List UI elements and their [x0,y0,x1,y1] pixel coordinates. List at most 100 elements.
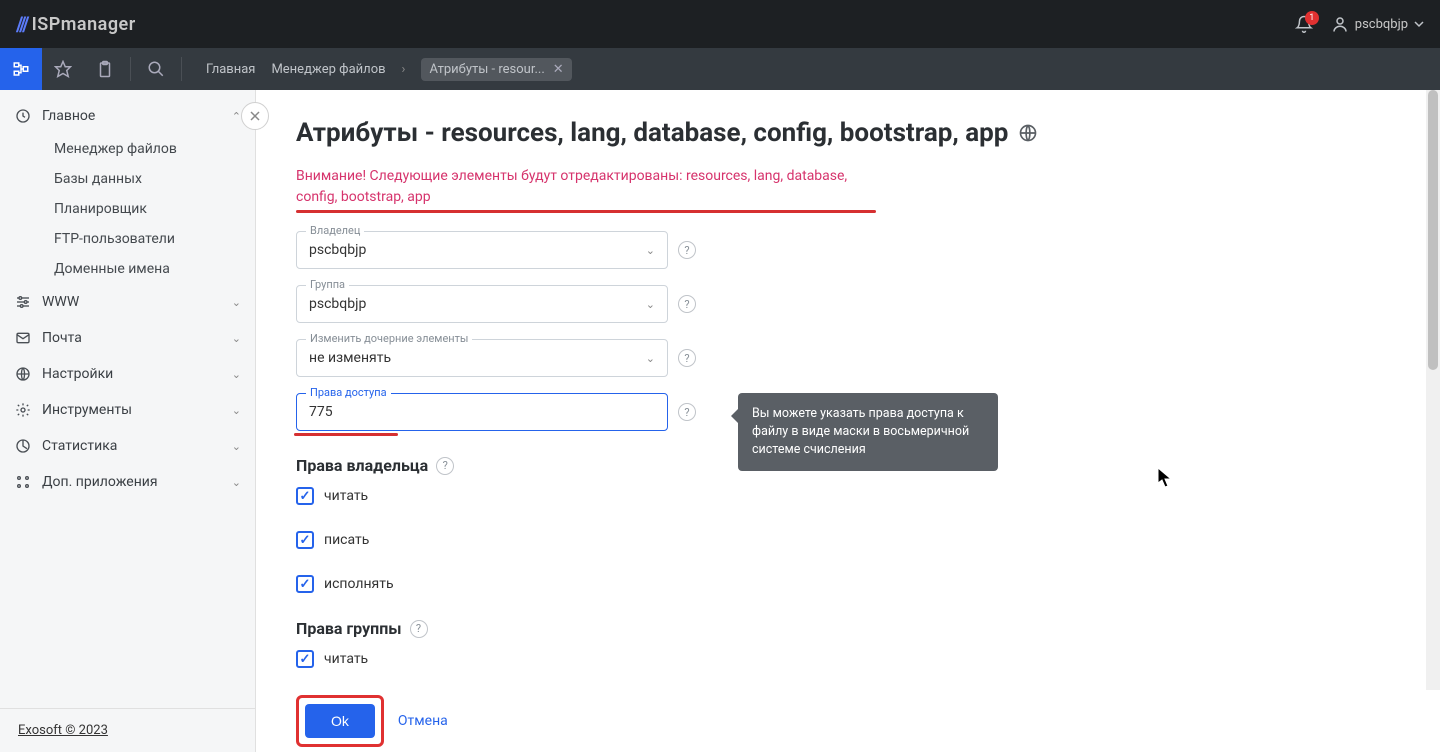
checkbox-label: писать [324,532,369,548]
breadcrumb-home[interactable]: Главная [206,62,255,77]
children-value: не изменять [309,350,391,366]
favorites-button[interactable] [42,48,84,90]
logo[interactable]: /// ISPmanager [16,12,136,36]
gear-icon [14,401,32,419]
chevron-down-icon: ⌄ [232,404,241,417]
sidebar-item-scheduler[interactable]: Планировщик [44,194,255,224]
nav-group-label: Настройки [42,366,113,382]
notification-badge: 1 [1305,11,1319,25]
warning-text: Внимание! Следующие элементы будут отред… [296,166,876,208]
cancel-button[interactable]: Отмена [398,713,448,729]
breadcrumb-current-tab[interactable]: Атрибуты - resour... ✕ [421,58,571,81]
help-icon[interactable]: ? [678,403,696,421]
scrollbar-track[interactable] [1426,90,1440,752]
owner-write-checkbox[interactable]: писать [296,531,1400,549]
logo-text: ISPmanager [32,14,136,35]
star-icon [54,60,72,78]
permissions-label: Права доступа [306,386,391,399]
breadcrumb-filemanager[interactable]: Менеджер файлов [271,62,385,77]
close-icon [249,110,261,122]
nav-group-label: Инструменты [42,402,132,418]
group-select[interactable]: Группа pscbqbjp ⌄ [296,285,668,323]
topbar: /// ISPmanager 1 pscbqbjp [0,0,1440,48]
breadcrumbs: Главная Менеджер файлов › Атрибуты - res… [206,58,572,81]
chevron-down-icon: ⌄ [232,332,241,345]
sidebar-item-domains[interactable]: Доменные имена [44,254,255,284]
nav-group-apps[interactable]: Доп. приложения ⌄ [0,464,255,500]
children-select[interactable]: Изменить дочерние элементы не изменять ⌄ [296,339,668,377]
children-label: Изменить дочерние элементы [306,332,472,345]
checkbox-icon [296,650,314,668]
notifications-button[interactable]: 1 [1295,15,1313,33]
ok-button[interactable]: Ok [305,704,375,738]
chart-icon [14,437,32,455]
nav-group-main[interactable]: Главное ⌃ [0,98,255,134]
apps-icon [14,473,32,491]
nav-group-mail[interactable]: Почта ⌄ [0,320,255,356]
owner-exec-checkbox[interactable]: исполнять [296,575,1400,593]
checkbox-icon [296,531,314,549]
user-icon [1331,15,1349,33]
owner-select[interactable]: Владелец pscbqbjp ⌄ [296,231,668,269]
sidebar-footer: Exosoft © 2023 [0,708,255,752]
help-icon[interactable]: ? [678,241,696,259]
nav-group-settings[interactable]: Настройки ⌄ [0,356,255,392]
help-icon[interactable]: ? [678,349,696,367]
toolbar-separator [130,57,131,81]
clipboard-button[interactable] [84,48,126,90]
globe-icon [14,365,32,383]
chevron-down-icon: ⌄ [646,244,655,257]
chevron-up-icon: ⌃ [232,110,241,123]
toolbar-separator [181,57,182,81]
checkbox-label: читать [324,488,368,504]
nav-group-label: WWW [42,294,79,310]
sidebar-collapse-button[interactable] [241,102,269,130]
toolbar: Главная Менеджер файлов › Атрибуты - res… [0,48,1440,90]
mail-icon [14,329,32,347]
checkbox-label: читать [324,651,368,667]
help-icon[interactable]: ? [436,457,454,475]
footer-link[interactable]: Exosoft © 2023 [18,723,108,738]
search-icon [147,60,165,78]
user-menu[interactable]: pscbqbjp [1331,15,1424,33]
permissions-value: 775 [309,404,333,420]
nav-group-label: Доп. приложения [42,474,158,490]
globe-icon [1018,123,1038,143]
nav-toggle-button[interactable] [0,48,42,90]
group-label: Группа [306,278,349,291]
permissions-input[interactable]: Права доступа 775 [296,393,668,431]
sidebar-item-filemanager[interactable]: Менеджер файлов [44,134,255,164]
username-label: pscbqbjp [1355,17,1408,32]
help-icon[interactable]: ? [678,295,696,313]
nav-group-label: Статистика [42,438,117,454]
breadcrumb-tab-label: Атрибуты - resour... [429,62,544,77]
permissions-tooltip: Вы можете указать права доступа к файлу … [738,393,998,471]
nav-group-label: Главное [42,108,95,124]
checkbox-icon [296,487,314,505]
page-title: Атрибуты - resources, lang, database, co… [296,118,1008,148]
main-content: Атрибуты - resources, lang, database, co… [256,90,1440,752]
scrollbar-thumb[interactable] [1428,90,1438,370]
checkbox-icon [296,575,314,593]
group-perms-title: Права группы [296,619,402,638]
sidebar: Главное ⌃ Менеджер файлов Базы данных Пл… [0,90,256,752]
help-icon[interactable]: ? [410,620,428,638]
highlight-underline [294,433,398,436]
action-footer: Ok Отмена [256,690,1440,752]
owner-read-checkbox[interactable]: читать [296,487,1400,505]
nav-group-stats[interactable]: Статистика ⌄ [0,428,255,464]
clipboard-icon [96,60,114,78]
nav-group-tools[interactable]: Инструменты ⌄ [0,392,255,428]
group-read-checkbox[interactable]: читать [296,650,1400,668]
sidebar-item-ftpusers[interactable]: FTP-пользователи [44,224,255,254]
chevron-down-icon: ⌄ [232,368,241,381]
owner-value: pscbqbjp [309,242,366,258]
sidebar-nav: Главное ⌃ Менеджер файлов Базы данных Пл… [0,90,255,708]
chevron-down-icon: ⌄ [646,298,655,311]
nav-group-www[interactable]: WWW ⌄ [0,284,255,320]
sidebar-item-databases[interactable]: Базы данных [44,164,255,194]
highlight-underline [296,210,876,213]
chevron-down-icon: ⌄ [232,296,241,309]
search-button[interactable] [135,60,177,78]
close-icon[interactable]: ✕ [553,62,564,77]
